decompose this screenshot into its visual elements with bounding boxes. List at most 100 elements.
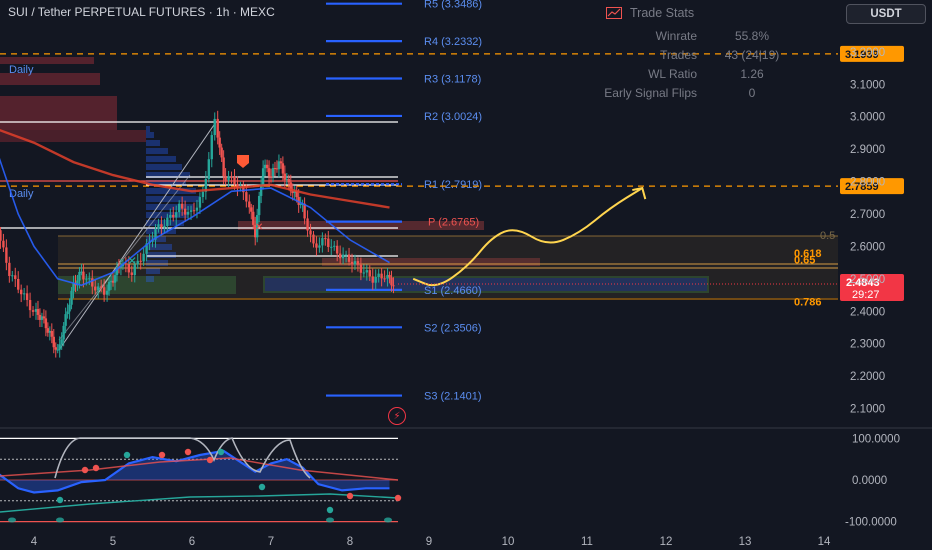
fib-label-2: 0.65 — [794, 254, 815, 266]
candle-body-81 — [207, 159, 211, 179]
pivot-label-5: P (2.6765) — [428, 217, 479, 229]
x-tick-label-6: 10 — [502, 536, 515, 548]
candle-body-135 — [335, 245, 339, 254]
candle-body-141 — [353, 261, 357, 265]
osc-signal-dot-6 — [217, 448, 225, 456]
candle-body-55 — [130, 272, 133, 276]
candle-body-13 — [36, 309, 40, 315]
candle-body-116 — [287, 179, 290, 183]
candle-body-10 — [28, 300, 32, 311]
osc-signal-dot-9 — [346, 492, 354, 500]
candle-body-20 — [50, 330, 53, 337]
candle-body-8 — [22, 293, 26, 295]
daily-label-top: Daily — [9, 64, 34, 76]
volume-profile-bar-0 — [146, 126, 150, 132]
osc-bottom-marker-2 — [326, 517, 334, 523]
pivot-label-7: S2 (2.3506) — [424, 322, 481, 334]
candle-body-147 — [371, 276, 374, 283]
candle-body-96 — [248, 201, 251, 208]
volume-profile-bar-18 — [146, 268, 160, 274]
y-tick-label-1: 3.2000 — [850, 47, 885, 59]
osc-tick-label-1: 0.0000 — [852, 475, 887, 487]
candle-body-155 — [392, 285, 395, 287]
osc-signal-dot-5 — [206, 456, 214, 464]
pivot-label-4: R1 (2.7919) — [424, 179, 482, 191]
currency-button[interactable]: USDT — [846, 4, 926, 24]
osc-bottom-marker-3 — [384, 517, 392, 523]
candle-body-26 — [62, 325, 65, 340]
candle-body-139 — [347, 254, 351, 262]
daily-zone-wide — [0, 96, 117, 130]
y-tick-label-9: 2.4000 — [850, 306, 885, 318]
pivot-label-3: R2 (3.0024) — [424, 111, 482, 123]
y-tick-label-12: 2.1000 — [850, 404, 885, 416]
candle-body-28 — [66, 311, 69, 315]
candle-body-84 — [216, 118, 219, 138]
candle-body-90 — [230, 176, 233, 178]
trade-stats-panel: Trade Stats Winrate 55.8% Trades 43 (24|19… — [592, 6, 792, 102]
daily-zone-lower — [0, 130, 146, 142]
candle-body-67 — [166, 217, 169, 226]
osc-bottom-marker-0 — [8, 517, 16, 523]
candle-body-17 — [44, 318, 48, 329]
candle-body-148 — [374, 276, 377, 283]
volume-profile-bar-3 — [146, 148, 168, 154]
candle-body-25 — [60, 339, 63, 345]
pivot-label-8: S3 (2.1401) — [424, 391, 481, 403]
pivot-label-0: R5 (3.3486) — [424, 0, 482, 11]
candle-body-39 — [91, 278, 94, 287]
candle-body-83 — [213, 118, 216, 136]
candle-body-4 — [11, 275, 14, 277]
candle-body-58 — [139, 260, 142, 262]
osc-tick-label-2: -100.0000 — [845, 517, 897, 529]
candle-body-85 — [218, 137, 221, 148]
x-tick-label-4: 8 — [347, 536, 353, 548]
candle-body-2 — [5, 247, 8, 263]
current-price-countdown: 29:27 — [852, 289, 880, 301]
osc-signal-dot-11 — [56, 496, 64, 504]
candle-body-74 — [186, 211, 190, 215]
candle-body-95 — [245, 192, 248, 202]
candle-body-73 — [183, 208, 187, 215]
osc-signal-dot-7 — [258, 483, 266, 491]
candle-body-127 — [312, 234, 315, 244]
candle-body-125 — [306, 218, 309, 231]
candle-body-133 — [330, 246, 333, 248]
candle-body-70 — [175, 212, 178, 218]
osc-signal-dot-4 — [184, 448, 192, 456]
volume-profile-bar-16 — [146, 252, 176, 258]
candle-body-140 — [350, 261, 354, 265]
candle-body-132 — [327, 238, 330, 247]
candle-body-78 — [198, 197, 202, 208]
candle-body-65 — [160, 224, 163, 228]
candle-body-105 — [265, 164, 269, 169]
candle-body-107 — [269, 176, 273, 178]
stat-row-trades: Trades 43 (24|19) — [660, 47, 780, 62]
candle-body-11 — [31, 310, 35, 312]
y-tick-label-8: 2.5000 — [850, 274, 885, 286]
lightning-icon[interactable]: ⚡ — [388, 407, 406, 425]
volume-profile-bar-1 — [146, 132, 154, 138]
candle-body-106 — [267, 168, 271, 177]
osc-signal-dot-1 — [92, 464, 100, 472]
y-tick-label-7: 2.6000 — [850, 241, 885, 253]
candle-body-151 — [383, 278, 386, 280]
candle-body-23 — [56, 349, 59, 351]
candle-body-86 — [220, 147, 223, 158]
candle-body-5 — [14, 275, 17, 279]
candle-body-36 — [82, 271, 85, 280]
osc-signal-dot-10 — [394, 494, 402, 502]
price-chart[interactable]: R5 (3.3486) R4 (3.2332) R3 (3.1178) R2 (3.0… — [0, 0, 932, 550]
osc-tick-label-0: 100.0000 — [852, 433, 900, 445]
candle-body-146 — [368, 270, 371, 277]
fib-label-3: 0.786 — [794, 297, 822, 309]
candle-body-108 — [271, 168, 275, 177]
x-tick-label-1: 5 — [110, 536, 116, 548]
candle-body-21 — [52, 336, 55, 348]
candle-body-59 — [142, 253, 145, 262]
osc-signal-dot-8 — [326, 506, 334, 514]
candle-body-69 — [172, 214, 175, 218]
chart-title: SUI / Tether PERPETUAL FUTURES · 1h · ME… — [8, 5, 275, 19]
y-tick-label-2: 3.1000 — [850, 79, 885, 91]
candle-body-89 — [227, 176, 230, 181]
